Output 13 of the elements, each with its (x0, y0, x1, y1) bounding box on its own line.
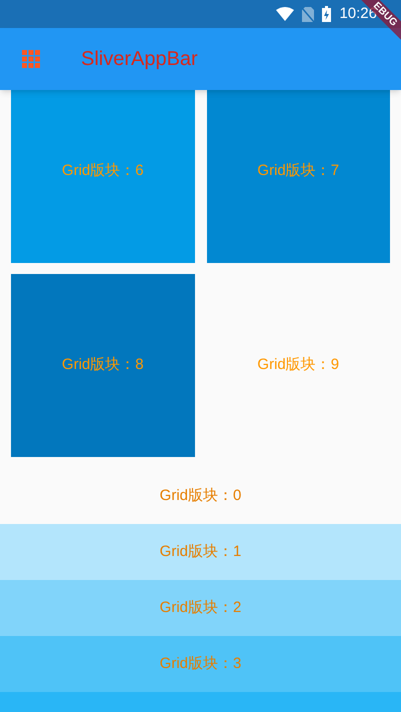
wifi-icon (276, 7, 294, 21)
app-title: SliverAppBar (81, 47, 198, 72)
tile-label: Grid版块：7 (257, 161, 340, 182)
tile-label: Grid版块：6 (62, 161, 144, 182)
row-label: Grid版块：1 (160, 542, 242, 562)
battery-icon (322, 6, 332, 22)
grid-menu-icon[interactable] (22, 50, 40, 68)
no-sim-icon (302, 6, 314, 22)
tile-label: Grid版块：8 (62, 355, 144, 376)
row-label: Grid版块：3 (160, 654, 242, 674)
row-label: Grid版块：2 (160, 598, 242, 618)
row-label: Grid版块：0 (160, 486, 242, 506)
tile-label: Grid版块：9 (257, 355, 340, 376)
